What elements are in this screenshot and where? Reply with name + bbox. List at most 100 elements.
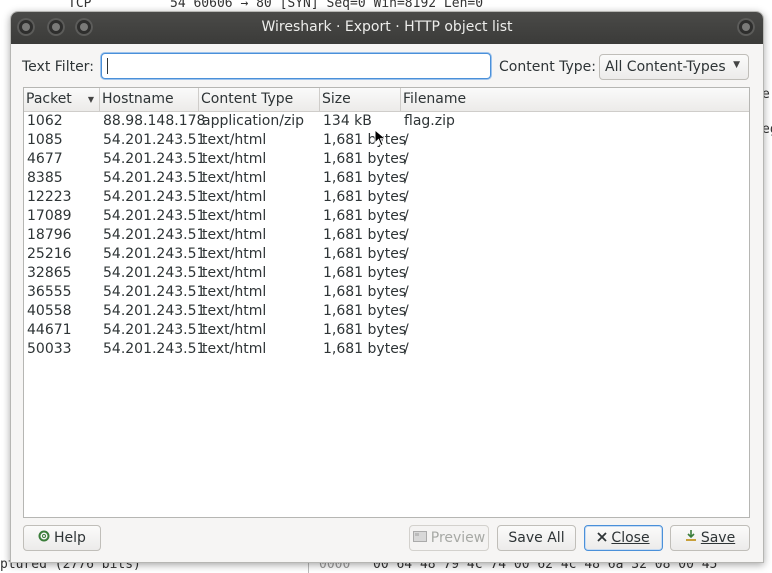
close-button[interactable]: Close xyxy=(584,525,663,551)
table-row[interactable]: 36555 54.201.243.51 text/html 1,681 bytes / xyxy=(24,283,749,302)
preview-button[interactable]: Preview xyxy=(409,525,489,551)
cell-filename: / xyxy=(404,284,409,300)
preview-button-label: Preview xyxy=(430,530,486,546)
save-button[interactable]: Save xyxy=(670,525,750,551)
column-label-hostname: Hostname xyxy=(102,91,174,107)
cell-filename: / xyxy=(404,189,409,205)
table-row[interactable]: 8385 54.201.243.51 text/html 1,681 bytes / xyxy=(24,169,749,188)
cell-packet: 25216 xyxy=(27,246,72,262)
table-row[interactable]: 25216 54.201.243.51 text/html 1,681 bytes / xyxy=(24,245,749,264)
cell-packet: 12223 xyxy=(27,189,72,205)
table-row[interactable]: 32865 54.201.243.51 text/html 1,681 bytes / xyxy=(24,264,749,283)
cell-content-type: text/html xyxy=(202,322,267,338)
cell-size: 1,681 bytes xyxy=(323,132,407,148)
column-header-content-type[interactable]: Content Type xyxy=(199,88,320,111)
window-menu-button[interactable] xyxy=(737,18,755,36)
cell-filename: / xyxy=(404,151,409,167)
content-type-label: Content Type: xyxy=(499,59,597,75)
cell-content-type: text/html xyxy=(202,303,267,319)
cell-packet: 17089 xyxy=(27,208,72,224)
cell-size: 1,681 bytes xyxy=(323,151,407,167)
cell-hostname: 54.201.243.51 xyxy=(103,303,206,319)
cell-content-type: text/html xyxy=(202,132,267,148)
cell-hostname: 54.201.243.51 xyxy=(103,284,206,300)
save-button-label: Save xyxy=(700,530,736,546)
cell-packet: 1085 xyxy=(27,132,63,148)
help-icon xyxy=(38,526,50,550)
dropdown-arrow-icon: ▼ xyxy=(733,60,740,70)
cell-hostname: 54.201.243.51 xyxy=(103,132,206,148)
cell-filename: / xyxy=(404,322,409,338)
cell-packet: 50033 xyxy=(27,341,72,357)
content-type-value: All Content-Types xyxy=(605,59,726,75)
background-info: 54 60606 → 80 [SYN] Seq=0 Win=8192 Len=0 xyxy=(170,0,484,11)
column-header-filename[interactable]: Filename xyxy=(401,88,749,111)
cell-content-type: text/html xyxy=(202,265,267,281)
cell-hostname: 54.201.243.51 xyxy=(103,246,206,262)
table-row[interactable]: 12223 54.201.243.51 text/html 1,681 bytes / xyxy=(24,188,749,207)
http-object-table[interactable]: Packet ▼ Hostname Content Type Size File… xyxy=(23,87,750,518)
cell-size: 1,681 bytes xyxy=(323,208,407,224)
cell-size: 1,681 bytes xyxy=(323,227,407,243)
column-label-size: Size xyxy=(322,91,351,107)
cell-size: 1,681 bytes xyxy=(323,265,407,281)
table-row[interactable]: 44671 54.201.243.51 text/html 1,681 bytes / xyxy=(24,321,749,340)
cell-hostname: 54.201.243.51 xyxy=(103,170,206,186)
cell-filename: / xyxy=(404,303,409,319)
cell-content-type: text/html xyxy=(202,227,267,243)
save-icon xyxy=(685,526,697,550)
cell-content-type: text/html xyxy=(202,246,267,262)
column-header-hostname[interactable]: Hostname xyxy=(100,88,199,111)
cell-hostname: 54.201.243.51 xyxy=(103,151,206,167)
close-button-label: Close xyxy=(611,530,650,546)
cell-size: 1,681 bytes xyxy=(323,189,407,205)
column-label-content-type: Content Type xyxy=(201,91,294,107)
text-filter-label: Text Filter: xyxy=(22,59,94,75)
cell-size: 1,681 bytes xyxy=(323,170,407,186)
close-icon xyxy=(597,526,608,550)
cell-packet: 1062 xyxy=(27,113,63,129)
cell-filename: flag.zip xyxy=(404,113,455,129)
title-bar[interactable]: Wireshark · Export · HTTP object list xyxy=(11,12,763,44)
cell-filename: / xyxy=(404,265,409,281)
cell-filename: / xyxy=(404,227,409,243)
cell-packet: 36555 xyxy=(27,284,72,300)
help-button-label: Help xyxy=(54,530,86,546)
cell-size: 1,681 bytes xyxy=(323,284,407,300)
cell-filename: / xyxy=(404,246,409,262)
cell-filename: / xyxy=(404,170,409,186)
save-all-button-label: Save All xyxy=(508,530,565,546)
cell-hostname: 54.201.243.51 xyxy=(103,189,206,205)
cell-hostname: 54.201.243.51 xyxy=(103,227,206,243)
text-filter-input[interactable] xyxy=(101,53,491,79)
table-row[interactable]: 40558 54.201.243.51 text/html 1,681 bytes / xyxy=(24,302,749,321)
background-protocol: TCP xyxy=(68,0,92,11)
content-type-select[interactable]: All Content-Types ▼ xyxy=(599,54,749,80)
cell-hostname: 54.201.243.51 xyxy=(103,265,206,281)
cell-packet: 40558 xyxy=(27,303,72,319)
cell-size: 1,681 bytes xyxy=(323,322,407,338)
table-header: Packet ▼ Hostname Content Type Size File… xyxy=(24,88,749,112)
text-caret xyxy=(107,58,108,74)
preview-icon xyxy=(412,526,427,550)
table-row[interactable]: 50033 54.201.243.51 text/html 1,681 bytes / xyxy=(24,340,749,359)
column-header-packet[interactable]: Packet ▼ xyxy=(24,88,100,111)
cell-packet: 18796 xyxy=(27,227,72,243)
table-row[interactable]: 17089 54.201.243.51 text/html 1,681 bytes / xyxy=(24,207,749,226)
cell-content-type: text/html xyxy=(202,284,267,300)
cell-packet: 44671 xyxy=(27,322,72,338)
mouse-pointer-icon xyxy=(374,129,387,147)
cell-content-type: text/html xyxy=(202,151,267,167)
cell-size: 1,681 bytes xyxy=(323,341,407,357)
column-label-packet: Packet xyxy=(26,91,72,107)
column-header-size[interactable]: Size xyxy=(320,88,401,111)
help-button[interactable]: Help xyxy=(23,525,101,551)
cell-filename: / xyxy=(404,208,409,224)
column-label-filename: Filename xyxy=(403,91,467,107)
table-row[interactable]: 4677 54.201.243.51 text/html 1,681 bytes / xyxy=(24,150,749,169)
save-all-button[interactable]: Save All xyxy=(497,525,576,551)
table-row[interactable]: 18796 54.201.243.51 text/html 1,681 bytes / xyxy=(24,226,749,245)
cell-hostname: 54.201.243.51 xyxy=(103,322,206,338)
cell-content-type: text/html xyxy=(202,189,267,205)
cell-content-type: text/html xyxy=(202,341,267,357)
